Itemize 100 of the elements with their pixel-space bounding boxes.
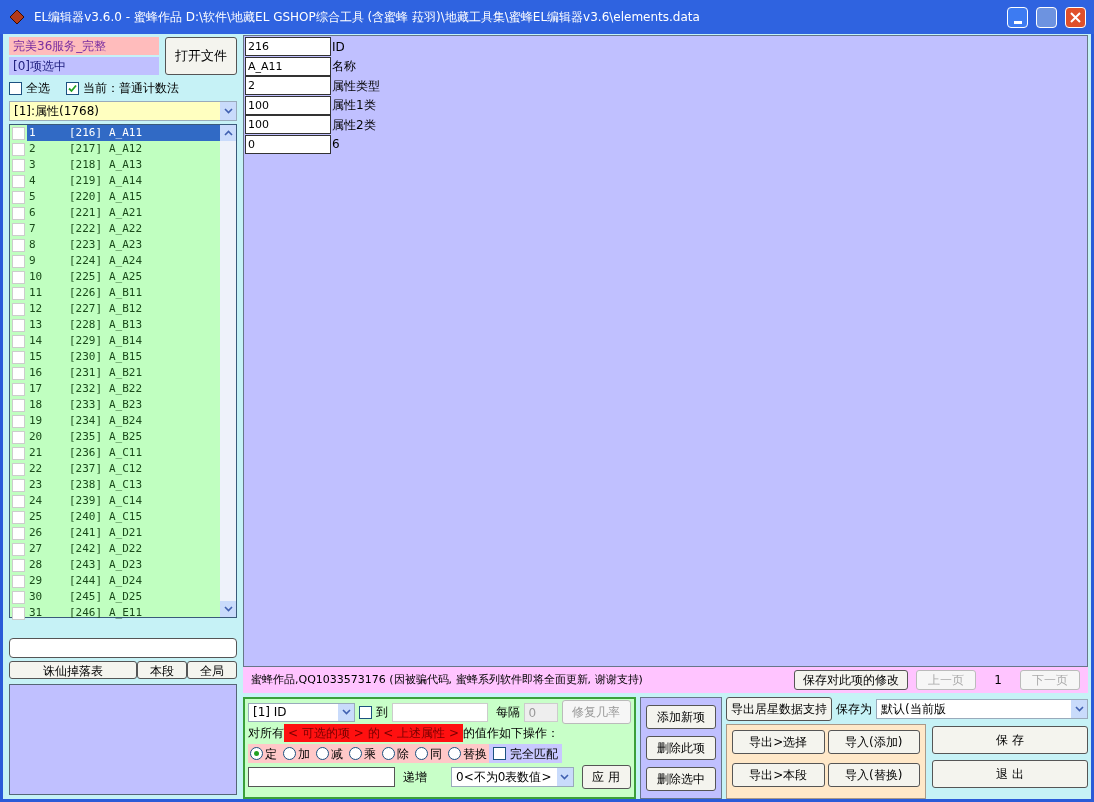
checkbox[interactable]: [9, 81, 22, 95]
checkbox[interactable]: [493, 747, 506, 760]
save-as-dropdown[interactable]: 默认(当前版: [876, 699, 1088, 719]
save-button[interactable]: 保 存: [932, 726, 1088, 754]
operation-label: 减: [331, 745, 343, 763]
radio-button[interactable]: [283, 747, 296, 760]
list-item[interactable]: 1 [216] A_A11: [27, 125, 220, 141]
field-label: 属性2类: [332, 116, 376, 134]
list-item[interactable]: 28 [243] A_D23: [27, 557, 220, 573]
value-field[interactable]: 2: [245, 76, 331, 96]
list-item[interactable]: 22 [237] A_C12: [27, 461, 220, 477]
save-as-label: 保存为: [836, 701, 872, 718]
close-button[interactable]: [1065, 6, 1086, 28]
item-action-button[interactable]: 添加新项: [646, 705, 716, 730]
list-item[interactable]: 14 [229] A_B14: [27, 333, 220, 349]
list-item[interactable]: 7 [222] A_A22: [27, 221, 220, 237]
list-item[interactable]: 15 [230] A_B15: [27, 349, 220, 365]
close-icon: [1070, 11, 1081, 23]
page-number: 1: [993, 672, 1003, 689]
list-item[interactable]: 23 [238] A_C13: [27, 477, 220, 493]
value-field[interactable]: 100: [245, 95, 331, 115]
target-highlight: < 可选的项 > 的 < 上述属性 >: [284, 724, 464, 742]
value-field[interactable]: A_A11: [245, 56, 331, 76]
radio-button[interactable]: [250, 747, 263, 760]
list-item[interactable]: 10 [225] A_A25: [27, 269, 220, 285]
target-prefix: 对所有: [248, 725, 284, 742]
save-changes-button[interactable]: 保存对此项的修改: [794, 670, 908, 690]
increment-label: 递增: [403, 769, 428, 786]
list-item[interactable]: 21 [236] A_C11: [27, 445, 220, 461]
scroll-up-icon: [220, 125, 236, 141]
apply-button[interactable]: 应 用: [581, 765, 631, 789]
list-item[interactable]: 12 [227] A_B12: [27, 301, 220, 317]
to-dropdown[interactable]: [392, 702, 488, 722]
field-label: 属性1类: [332, 97, 376, 115]
item-action-button[interactable]: 删除此项: [646, 736, 716, 760]
import-export-button[interactable]: 导入(添加): [827, 730, 920, 754]
item-action-button[interactable]: 删除选中: [646, 766, 716, 791]
radio-button[interactable]: [415, 747, 428, 760]
increment-dropdown[interactable]: 0<不为0表数值>: [451, 767, 574, 787]
open-file-button[interactable]: 打开文件: [165, 37, 237, 75]
radio-button[interactable]: [448, 747, 461, 760]
list-item[interactable]: 2 [217] A_A12: [27, 141, 220, 157]
list-item[interactable]: 26 [241] A_D21: [27, 525, 220, 541]
to-label: 到: [376, 704, 389, 721]
checkbox[interactable]: [359, 705, 373, 719]
value-field[interactable]: 100: [245, 115, 331, 135]
list-item[interactable]: 18 [233] A_B23: [27, 397, 220, 413]
select-all-label: 全选: [26, 80, 50, 97]
server-label: 完美36服务_完整: [9, 37, 159, 55]
export-resident-button[interactable]: 导出居星数据支持: [726, 697, 832, 721]
scrollbar[interactable]: [220, 125, 236, 617]
operation-label: 替换: [463, 745, 487, 763]
list-item[interactable]: 19 [234] A_B24: [27, 413, 220, 429]
minimize-button[interactable]: [1007, 6, 1028, 28]
list-item[interactable]: 29 [244] A_D24: [27, 573, 220, 589]
field-dropdown[interactable]: [1] ID: [248, 702, 356, 722]
operation-label: 定: [265, 745, 277, 763]
counting-label: 当前：普通计数法: [83, 80, 179, 97]
toolbar-button[interactable]: 全局: [187, 661, 237, 679]
app-icon: [8, 8, 26, 26]
maximize-button[interactable]: [1036, 6, 1057, 28]
toolbar-button[interactable]: 本段: [137, 661, 187, 679]
list-item[interactable]: 27 [242] A_D22: [27, 541, 220, 557]
exit-button[interactable]: 退 出: [932, 760, 1088, 788]
scroll-down-icon: [220, 601, 236, 617]
list-item[interactable]: 4 [219] A_A14: [27, 173, 220, 189]
operation-label: 加: [298, 745, 310, 763]
list-item[interactable]: 11 [226] A_B11: [27, 285, 220, 301]
toolbar-button[interactable]: 诛仙掉落表: [9, 661, 137, 679]
list-item[interactable]: 30 [245] A_D25: [27, 589, 220, 605]
list-item[interactable]: 17 [232] A_B22: [27, 381, 220, 397]
list-item[interactable]: 24 [239] A_C14: [27, 493, 220, 509]
target-suffix: 的值作如下操作：: [463, 725, 560, 742]
list-item[interactable]: 3 [218] A_A13: [27, 157, 220, 173]
input-field[interactable]: [9, 638, 237, 658]
status-message: 蜜蜂作品,QQ1033573176 (因被骗代码, 蜜蜂系列软件即将全面更新, 谢谢支持): [251, 671, 644, 688]
radio-button[interactable]: [349, 747, 362, 760]
list-item[interactable]: 5 [220] A_A15: [27, 189, 220, 205]
operation-label: 乘: [364, 745, 376, 763]
list-item[interactable]: 31 [246] A_E11: [27, 605, 220, 621]
value-field[interactable]: 0: [245, 134, 331, 154]
import-export-button[interactable]: 导入(替换): [827, 763, 920, 787]
category-dropdown[interactable]: [1]:属性(1768): [9, 101, 237, 121]
checkbox[interactable]: [66, 81, 79, 95]
list-item[interactable]: 6 [221] A_A21: [27, 205, 220, 221]
list-item[interactable]: 25 [240] A_C15: [27, 509, 220, 525]
value-field[interactable]: 216: [245, 37, 331, 57]
field-label: 6: [332, 136, 340, 154]
operation-label: 同: [430, 745, 442, 763]
radio-button[interactable]: [316, 747, 329, 760]
list-item[interactable]: 20 [235] A_B25: [27, 429, 220, 445]
value-field[interactable]: [248, 767, 396, 787]
list-item[interactable]: 16 [231] A_B21: [27, 365, 220, 381]
list-item[interactable]: 8 [223] A_A23: [27, 237, 220, 253]
radio-button[interactable]: [382, 747, 395, 760]
exact-match-label: 完全匹配: [510, 745, 558, 763]
list-item[interactable]: 9 [224] A_A24: [27, 253, 220, 269]
import-export-button[interactable]: 导出>选择: [732, 730, 825, 754]
import-export-button[interactable]: 导出>本段: [732, 763, 825, 787]
list-item[interactable]: 13 [228] A_B13: [27, 317, 220, 333]
